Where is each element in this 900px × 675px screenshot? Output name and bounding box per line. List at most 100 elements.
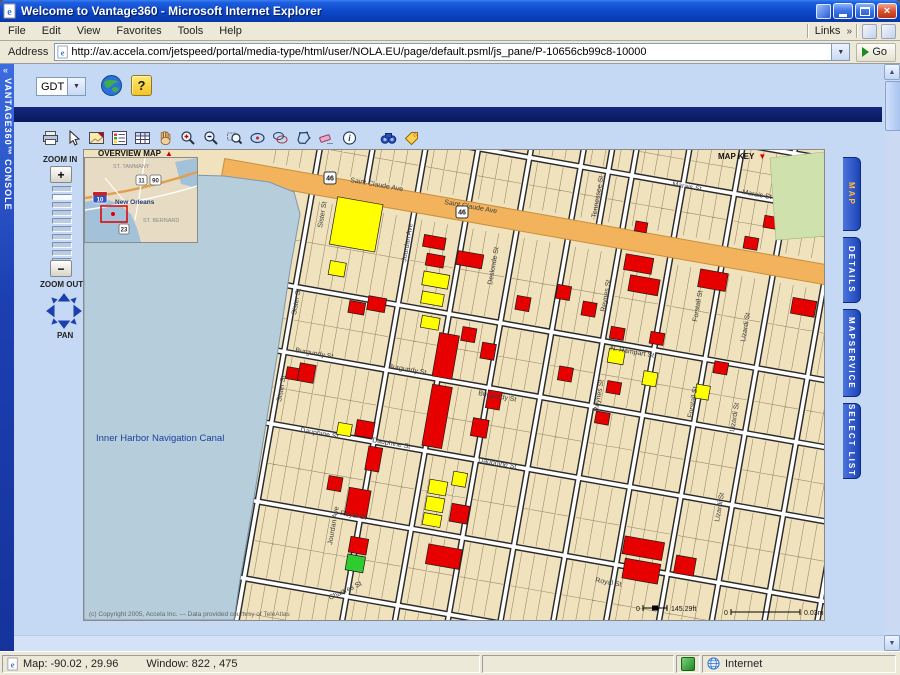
select-point-icon-button[interactable] [247,128,268,148]
overview-map-image: 10 11 90 23 ST. TAMMANY New Orleans ST. … [85,158,197,242]
scroll-down-button[interactable]: ▼ [884,635,900,651]
overview-map-icon-button[interactable] [86,128,107,148]
menu-items: File Edit View Favorites Tools Help [0,23,250,39]
region-bottom-label: ST. BERNARD [143,218,179,224]
gdt-select[interactable]: GDT ▼ [36,77,86,96]
restore-button[interactable] [855,3,875,19]
find-icon-button[interactable] [378,128,399,148]
address-label: Address [8,46,49,58]
status-bar: e Map: -90.02 , 29.96 Window: 822 , 475 … [0,651,900,675]
svg-text:46: 46 [458,210,466,217]
identify-icon-button[interactable]: i [339,128,360,148]
console-strip-label: VANTAGE360™ CONSOLE [3,78,13,211]
status-icon-pane [676,654,700,673]
menu-edit[interactable]: Edit [34,23,69,39]
menu-view[interactable]: View [69,23,109,39]
water-label: Inner Harbor Navigation Canal [96,433,224,444]
globe-icon-button[interactable] [100,74,123,97]
scroll-up-button[interactable]: ▲ [884,64,900,80]
pan-arrows-icon [46,293,82,329]
zoom-out-icon-button[interactable] [201,128,222,148]
map-viewport[interactable]: Saint Claude Ave Saint Claude Ave Marais S… [83,149,825,621]
tab-map[interactable]: MAP [843,157,861,231]
select-oval-icon-button[interactable] [270,128,291,148]
attribute-table-icon-button[interactable] [132,128,153,148]
svg-text:145.29ft: 145.29ft [671,606,696,613]
links-chevron-icon[interactable]: » [846,26,852,37]
zoom-in-icon-button[interactable] [178,128,199,148]
window-size: Window: 822 , 475 [146,657,238,670]
svg-text:0: 0 [636,606,640,613]
svg-text:0.03mi: 0.03mi [804,610,824,617]
gdt-dropdown-arrow-icon[interactable]: ▼ [67,78,85,95]
address-dropdown-button[interactable]: ▼ [831,44,850,60]
zoom-level-1[interactable] [52,194,72,200]
title-bar: e Welcome to Vantage360 - Microsoft Inte… [0,0,900,22]
label-icon-button[interactable] [401,128,422,148]
zoom-level-0[interactable] [52,186,72,192]
overview-map-inset[interactable]: 10 11 90 23 ST. TAMMANY New Orleans ST. … [84,157,198,243]
zoom-level-6[interactable] [52,234,72,240]
overview-collapse-triangle-icon[interactable]: ▲ [165,149,173,158]
svg-text:e: e [11,659,15,669]
svg-text:11: 11 [138,179,145,185]
vertical-scrollbar[interactable]: ▲ ▼ [884,64,900,651]
select-pointer-icon-button[interactable] [63,128,84,148]
zoom-in-button[interactable]: + [50,166,72,183]
collapse-chevron-icon[interactable]: « [3,65,8,75]
pan-control[interactable] [44,291,84,331]
zoom-level-5[interactable] [52,226,72,232]
toolbar-mini-icon[interactable] [881,23,896,39]
zoom-level-7[interactable] [52,242,72,248]
pan-hand-icon-button[interactable] [155,128,176,148]
menu-help[interactable]: Help [211,23,250,39]
help-button[interactable]: ? [131,75,152,96]
region-top-label: ST. TAMMANY [113,164,150,170]
horizontal-scrollbar[interactable] [14,635,884,652]
window-title: Welcome to Vantage360 - Microsoft Intern… [21,4,322,18]
menu-bar: File Edit View Favorites Tools Help Links » [0,22,900,41]
tab-mapservice[interactable]: MAPSERVICE [843,309,861,397]
status-main-pane: e Map: -90.02 , 29.96 Window: 822 , 475 [2,654,480,673]
status-empty-pane [482,654,674,673]
zoom-level-3[interactable] [52,210,72,216]
menu-favorites[interactable]: Favorites [108,23,169,39]
map-key-triangle-icon[interactable]: ▼ [758,152,766,161]
city-label: New Orleans [115,199,155,206]
park-area [769,151,824,241]
zoom-level-2[interactable] [52,202,72,208]
erase-icon-button[interactable] [316,128,337,148]
security-zone: Internet [725,657,763,670]
svg-text:23: 23 [121,228,128,234]
address-field[interactable]: e ▼ [54,43,851,61]
go-arrow-icon [862,47,870,57]
map-key-toggle[interactable]: MAP KEY ▼ [718,152,766,161]
status-zone-pane: Internet [702,654,896,673]
overview-map-toggle[interactable]: OVERVIEW MAP ▲ [98,149,173,158]
status-page-icon: e [7,657,18,670]
minimize-button[interactable] [833,3,853,19]
zoom-window-icon-button[interactable] [224,128,245,148]
go-button[interactable]: Go [856,42,896,62]
svg-text:e: e [61,47,65,57]
scroll-thumb[interactable] [885,81,900,131]
legend-icon-button[interactable] [109,128,130,148]
select-polygon-icon-button[interactable] [293,128,314,148]
tab-details[interactable]: DETAILS [843,237,861,303]
close-button[interactable]: × [877,3,897,19]
separator [806,24,809,38]
svg-text:0: 0 [724,610,728,617]
tab-select-list[interactable]: SELECT LIST [843,403,861,479]
pan-label: PAN [57,331,74,340]
menu-tools[interactable]: Tools [170,23,212,39]
print-icon-button[interactable] [40,128,61,148]
toolbar-mini-icon[interactable] [862,23,877,39]
zoom-out-button[interactable]: − [50,260,72,277]
menu-file[interactable]: File [0,23,34,39]
zoom-level-4[interactable] [52,218,72,224]
internet-globe-icon [707,657,720,670]
zoom-out-label: ZOOM OUT [40,280,84,289]
links-label[interactable]: Links [813,25,843,37]
address-input[interactable] [69,45,832,59]
zoom-level-8[interactable] [52,250,72,256]
